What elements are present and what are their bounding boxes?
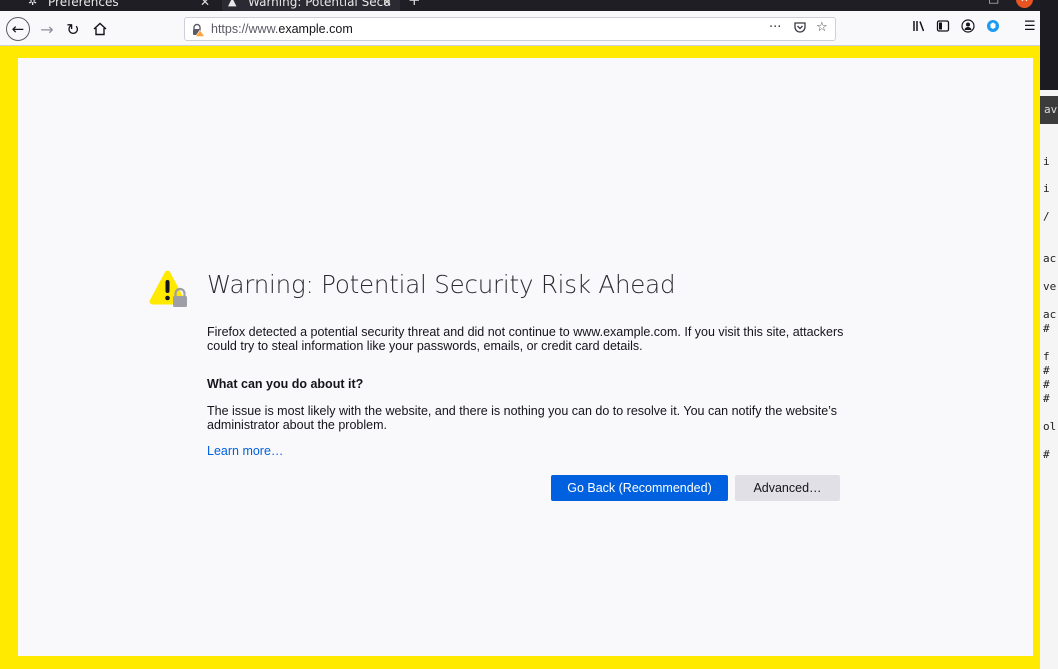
arrow-right-icon: → (40, 19, 54, 39)
content-area: Warning: Potential Security Risk Ahead F… (0, 46, 1040, 669)
terminal-line: f (1043, 350, 1050, 363)
gear-icon: ✲ (28, 0, 38, 8)
terminal-line: ol (1043, 420, 1057, 433)
home-button[interactable] (86, 15, 114, 43)
forward-button[interactable]: → (33, 15, 61, 43)
error-page: Warning: Potential Security Risk Ahead F… (18, 58, 1033, 656)
url-bar[interactable]: https://www.example.com ··· ☆ (184, 17, 836, 41)
warning-lock-icon (149, 270, 187, 307)
tab-preferences[interactable]: ✲ Preferences ✕ (28, 0, 218, 11)
home-icon (93, 22, 107, 36)
advanced-button[interactable]: Advanced… (735, 475, 840, 501)
insecure-lock-icon[interactable] (191, 22, 206, 37)
url-text[interactable]: https://www.example.com (211, 22, 353, 36)
url-domain: example.com (278, 22, 353, 36)
terminal-line: # (1043, 364, 1050, 377)
terminal-line: i (1043, 155, 1050, 168)
warning-icon: ▲ (228, 0, 237, 8)
terminal-title: av (1040, 96, 1058, 124)
background-terminal: av i i / ac ve ac # f # # # ol # (1040, 90, 1058, 669)
terminal-line: ac (1043, 308, 1057, 321)
sidebar-icon[interactable] (936, 19, 950, 37)
back-button[interactable]: ← (6, 17, 30, 41)
go-back-button[interactable]: Go Back (Recommended) (551, 475, 728, 501)
arrow-left-icon: ← (11, 20, 25, 38)
browser-window: ✲ Preferences ✕ ▲ Warning: Potential Sec… (0, 0, 1040, 669)
terminal-line: ve (1043, 280, 1057, 293)
close-icon[interactable]: ✕ (200, 0, 210, 9)
section-heading: What can you do about it? (207, 377, 364, 391)
terminal-line: / (1043, 210, 1050, 223)
page-title: Warning: Potential Security Risk Ahead (207, 270, 676, 299)
menu-icon[interactable]: ☰ (1024, 19, 1036, 34)
star-icon[interactable]: ☆ (816, 20, 828, 35)
terminal-line: # (1043, 378, 1050, 391)
tab-strip: ✲ Preferences ✕ ▲ Warning: Potential Sec… (0, 0, 1040, 11)
account-icon[interactable] (961, 19, 975, 37)
minimize-icon[interactable]: – (960, 0, 966, 5)
learn-more-link[interactable]: Learn more… (207, 444, 283, 458)
library-icon[interactable] (912, 19, 926, 37)
pocket-icon[interactable] (793, 20, 807, 38)
explanation-text: The issue is most likely with the websit… (207, 404, 837, 432)
extension-icon[interactable] (986, 19, 1000, 37)
terminal-line: # (1043, 322, 1050, 335)
maximize-icon[interactable]: □ (988, 0, 999, 5)
close-icon[interactable]: ✕ (382, 0, 392, 9)
page-actions-icon[interactable]: ··· (769, 20, 781, 35)
terminal-line: i (1043, 182, 1050, 195)
window-close-icon[interactable]: ✕ (1016, 0, 1033, 8)
reload-button[interactable]: ↻ (59, 15, 87, 43)
terminal-line: # (1043, 448, 1050, 461)
terminal-line: ac (1043, 252, 1057, 265)
reload-icon: ↻ (66, 19, 80, 39)
tab-label: Preferences (48, 0, 119, 9)
tab-label: Warning: Potential Secu (248, 0, 391, 9)
tab-warning[interactable]: ▲ Warning: Potential Secu ✕ (222, 0, 400, 11)
terminal-line: # (1043, 392, 1050, 405)
intro-text: Firefox detected a potential security th… (207, 325, 844, 353)
navigation-toolbar: ← → ↻ https://www.example.com ··· ☆ ☰ (0, 11, 1040, 46)
url-prefix: https://www. (211, 22, 279, 36)
new-tab-button[interactable]: + (408, 0, 421, 9)
